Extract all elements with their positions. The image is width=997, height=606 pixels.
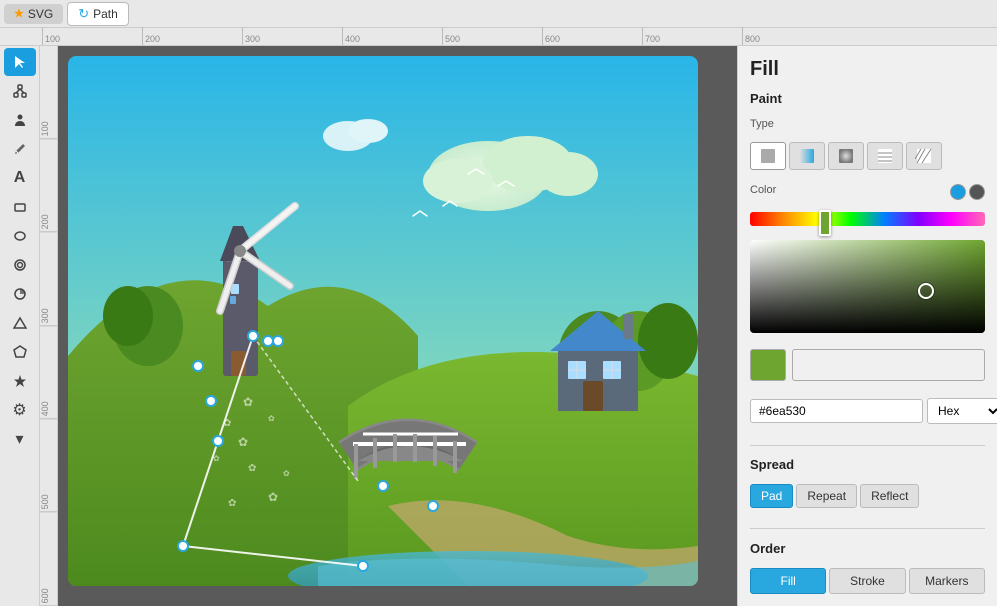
order-btn-stroke[interactable]: Stroke	[829, 568, 905, 594]
tool-rect[interactable]	[4, 193, 36, 221]
tool-star[interactable]	[4, 367, 36, 395]
color-dots	[950, 184, 985, 200]
order-btn-markers[interactable]: Markers	[909, 568, 985, 594]
gradient-bar[interactable]	[750, 212, 985, 226]
svg-text:✿: ✿	[268, 414, 275, 423]
color-label: Color	[750, 184, 776, 196]
order-label: Order	[750, 541, 985, 556]
svg-text:✿: ✿	[213, 454, 220, 463]
color-picker[interactable]	[750, 240, 985, 333]
type-btn-pattern2[interactable]	[906, 142, 942, 170]
type-btn-linear[interactable]	[789, 142, 825, 170]
ruler-v-600: 600	[40, 513, 57, 606]
spread-buttons-group: Pad Repeat Reflect	[750, 484, 985, 508]
tab-svg-label: SVG	[28, 7, 53, 21]
gradient-handle[interactable]	[819, 210, 831, 236]
color-dot-blue[interactable]	[950, 184, 966, 200]
ruler-left: 100 200 300 400 500 600	[40, 46, 58, 606]
tab-path-label: Path	[93, 7, 118, 21]
top-bar: ★ SVG ↻ Path	[0, 0, 997, 28]
tab-path[interactable]: ↻ Path	[67, 2, 129, 26]
spread-btn-reflect[interactable]: Reflect	[860, 484, 919, 508]
order-btn-fill[interactable]: Fill	[750, 568, 826, 594]
order-buttons-group: Fill Stroke Markers	[750, 568, 985, 594]
landscape-image: ✿ ✿ ✿ ✿ ✿ ✿ ✿ ✿ ✿	[68, 56, 698, 586]
ruler-v-100: 100	[40, 46, 57, 139]
tool-node[interactable]	[4, 77, 36, 105]
type-btn-solid[interactable]	[750, 142, 786, 170]
color-preview-row	[750, 349, 985, 381]
ruler-mark-500: 500	[442, 27, 542, 45]
hex-input-row: Hex RGB HSL HSV	[750, 397, 985, 425]
transparency-preview	[792, 349, 985, 381]
svg-text:✿: ✿	[238, 435, 248, 449]
ruler-mark-700: 700	[642, 27, 742, 45]
ruler-mark-200: 200	[142, 27, 242, 45]
svg-text:✿: ✿	[283, 469, 290, 478]
type-btn-pattern1[interactable]	[867, 142, 903, 170]
color-preview	[750, 349, 786, 381]
type-label: Type	[750, 118, 985, 130]
svg-text:✿: ✿	[268, 490, 278, 504]
svg-canvas[interactable]: ✿ ✿ ✿ ✿ ✿ ✿ ✿ ✿ ✿	[68, 56, 698, 586]
ruler-top: 100 200 300 400 500 600 700 800	[0, 28, 997, 46]
canvas-area[interactable]: ✿ ✿ ✿ ✿ ✿ ✿ ✿ ✿ ✿	[58, 46, 737, 606]
tool-triangle[interactable]	[4, 309, 36, 337]
svg-text:✿: ✿	[228, 498, 236, 509]
divider-2	[750, 528, 985, 529]
ruler-mark-300: 300	[242, 27, 342, 45]
ruler-mark-100: 100	[42, 27, 142, 45]
svg-text:✿: ✿	[223, 418, 231, 429]
hex-format-select[interactable]: Hex RGB HSL HSV	[927, 398, 997, 424]
svg-text:✿: ✿	[248, 463, 256, 474]
paint-label: Paint	[750, 91, 985, 106]
ruler-mark-600: 600	[542, 27, 642, 45]
tool-pie[interactable]	[4, 280, 36, 308]
color-picker-handle[interactable]	[918, 283, 934, 299]
main-area: A ⚙ ▾ 100 200 300 400 500	[0, 46, 997, 606]
ruler-v-300: 300	[40, 233, 57, 326]
type-btn-radial[interactable]	[828, 142, 864, 170]
ruler-v-200: 200	[40, 139, 57, 232]
svg-text:✿: ✿	[243, 395, 253, 409]
tool-ellipse[interactable]	[4, 222, 36, 250]
spread-label: Spread	[750, 457, 985, 472]
panel-title: Fill	[750, 58, 985, 81]
tool-gear[interactable]: ⚙	[4, 396, 36, 424]
hex-input[interactable]	[750, 399, 923, 423]
right-panel: Fill Paint Type	[737, 46, 997, 606]
ruler-v-500: 500	[40, 419, 57, 512]
divider-1	[750, 445, 985, 446]
tool-circle[interactable]	[4, 251, 36, 279]
ruler-mark-400: 400	[342, 27, 442, 45]
tool-text[interactable]: A	[4, 164, 36, 192]
spread-btn-pad[interactable]: Pad	[750, 484, 793, 508]
tool-select[interactable]	[4, 48, 36, 76]
tool-pen[interactable]	[4, 135, 36, 163]
tab-svg[interactable]: ★ SVG	[4, 4, 63, 24]
left-toolbar: A ⚙ ▾	[0, 46, 40, 606]
spread-btn-repeat[interactable]: Repeat	[796, 484, 857, 508]
path-icon: ↻	[78, 6, 89, 22]
tool-polygon[interactable]	[4, 338, 36, 366]
svg-icon: ★	[14, 7, 24, 20]
hex-format-wrapper: Hex RGB HSL HSV	[927, 398, 997, 424]
type-buttons-group	[750, 142, 985, 170]
color-header: Color	[750, 184, 985, 200]
ruler-v-400: 400	[40, 326, 57, 419]
color-dot-gray[interactable]	[969, 184, 985, 200]
tool-more[interactable]: ▾	[4, 425, 36, 453]
tool-person[interactable]	[4, 106, 36, 134]
ruler-mark-800: 800	[742, 27, 842, 45]
